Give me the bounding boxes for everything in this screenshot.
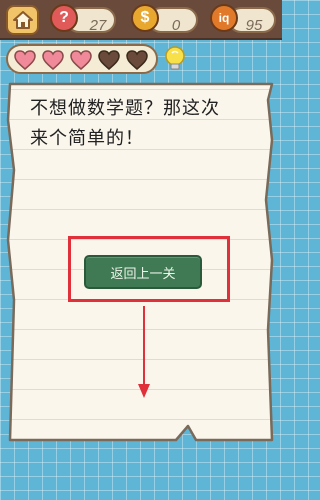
question-line-1: 不想做数学题？那这次 [30, 98, 220, 119]
question-text: 不想做数学题？那这次 来个简单的！ [30, 94, 270, 154]
back-to-previous-level-button[interactable]: 返回上一关 [84, 255, 202, 289]
down-arrow-icon [138, 306, 150, 398]
question-line-2: 来个简单的！ [30, 128, 144, 149]
